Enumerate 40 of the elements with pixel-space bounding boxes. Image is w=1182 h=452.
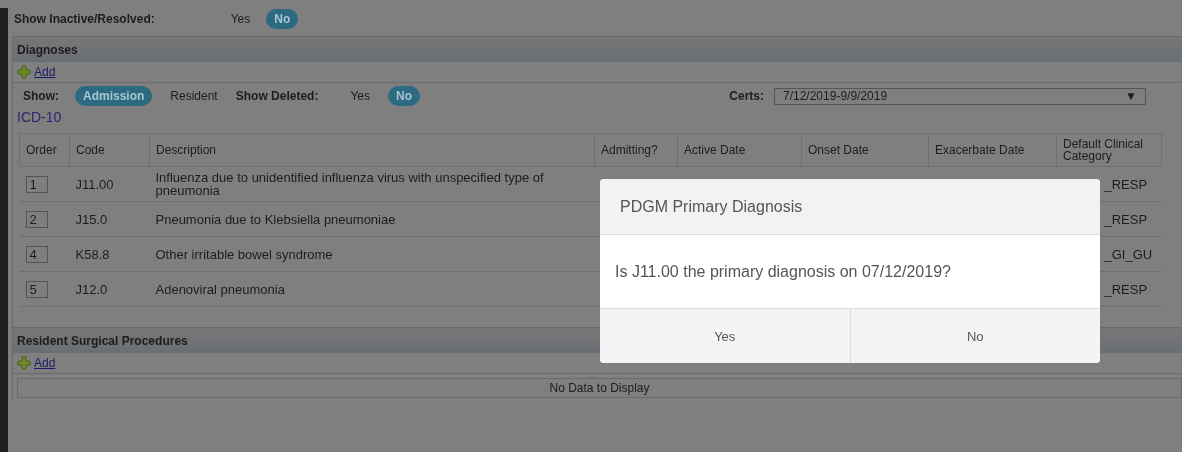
table-cell: Adenoviral pneumonia — [149, 271, 595, 307]
toggle-option[interactable]: Admission — [75, 86, 153, 106]
dialog-button[interactable]: No — [849, 309, 1100, 363]
toggle-option[interactable]: Yes — [342, 86, 378, 106]
column-header: Exacerbate Date — [928, 133, 1057, 167]
column-header: Active Date — [677, 133, 802, 167]
code-set-label: ICD-10 — [16, 109, 63, 127]
plus-icon — [17, 65, 31, 79]
column-header: Order — [19, 133, 70, 167]
column-header: Default Clinical Category — [1056, 133, 1162, 167]
order-field[interactable]: 4 — [25, 245, 48, 263]
add-link[interactable]: Add — [34, 356, 56, 370]
show-deleted-label: Show Deleted: — [235, 89, 319, 103]
table-cell: K58.8 — [69, 236, 150, 272]
order-field[interactable]: 2 — [25, 210, 48, 228]
certs-dropdown[interactable]: 7/12/2019-9/9/2019 ▼ — [774, 87, 1146, 105]
toggle-option[interactable]: Resident — [162, 86, 226, 106]
toggle-option[interactable]: Yes — [222, 9, 259, 29]
column-header: Admitting? — [594, 133, 678, 167]
table-cell: Influenza due to unidentified influenza virus with unspecified type of pneumonia — [149, 166, 595, 202]
table-cell: Pneumonia due to Klebsiella pneumoniae — [149, 201, 595, 237]
show-label: Show: — [23, 89, 59, 103]
column-header: Onset Date — [801, 133, 929, 167]
dialog-title: PDGM Primary Diagnosis — [600, 179, 1100, 235]
toggle-option[interactable]: No — [266, 9, 299, 29]
filter-label: Show Inactive/Resolved: — [14, 12, 155, 26]
section-header: Diagnoses — [13, 36, 1182, 62]
table-cell: J12.0 — [69, 271, 150, 307]
order-field[interactable]: 5 — [25, 280, 48, 298]
plus-icon — [17, 356, 31, 370]
column-header: Description — [149, 133, 595, 167]
add-link[interactable]: Add — [34, 65, 56, 79]
table-cell: J15.0 — [69, 201, 150, 237]
table-cell: J11.00 — [69, 166, 150, 202]
empty-message: No Data to Display — [17, 378, 1182, 398]
certs-label: Certs: — [729, 89, 764, 103]
table-cell: Other irritable bowel syndrome — [149, 236, 595, 272]
order-field[interactable]: 1 — [25, 175, 48, 193]
column-header: Code — [69, 133, 150, 167]
toggle-option[interactable]: No — [388, 86, 420, 106]
